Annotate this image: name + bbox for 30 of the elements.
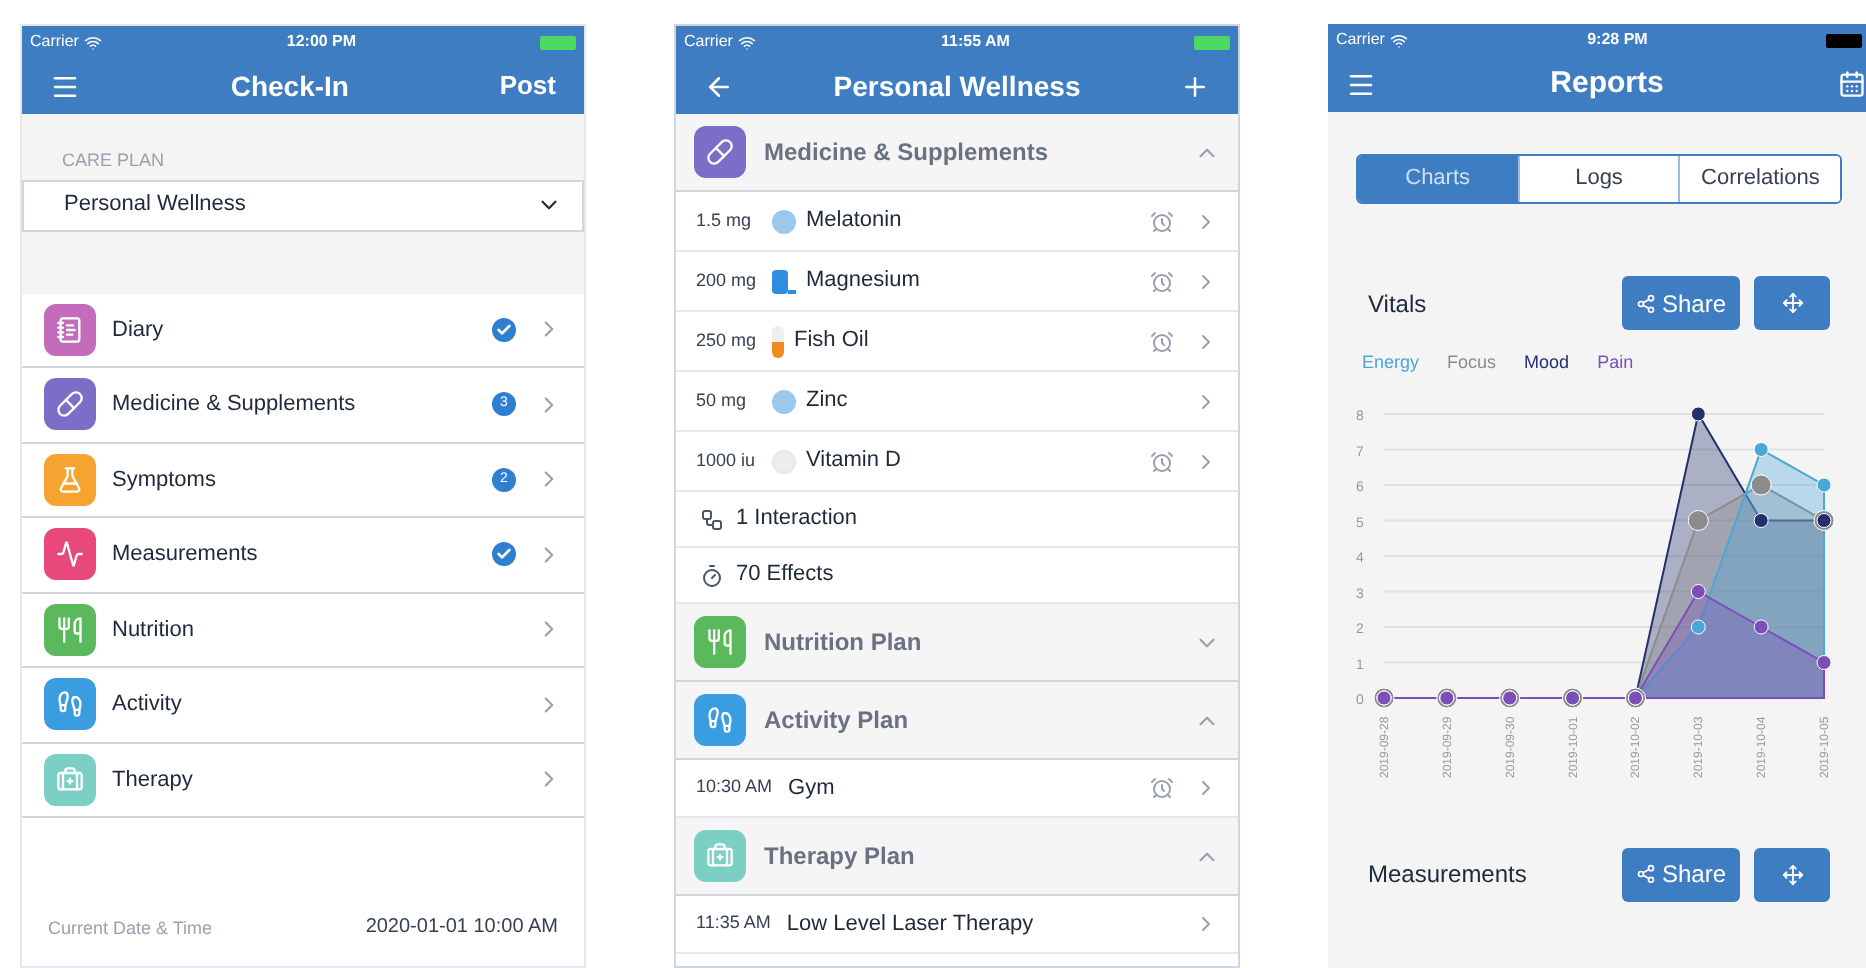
legend-item[interactable]: Pain [1597, 350, 1634, 377]
care-plan-label: CARE PLAN [62, 148, 167, 174]
status-time: 12:00 PM [286, 30, 357, 54]
checkin-list-item[interactable]: Activity [22, 668, 584, 743]
segment-tab[interactable]: Correlations [1680, 156, 1840, 202]
checkin-list-item[interactable]: Measurements [22, 518, 584, 593]
footer-value: 2020-01-01 10:00 AM [365, 914, 558, 942]
footer-label: Current Date & Time [48, 915, 213, 941]
nav-title: Check-In [230, 67, 349, 105]
share-button[interactable]: Share [1622, 847, 1740, 901]
status-time: 11:55 AM [941, 30, 1010, 54]
section-header[interactable]: Activity Plan [676, 682, 1238, 760]
segment-tab[interactable]: Logs [1519, 156, 1681, 202]
post-button[interactable]: Post [499, 66, 556, 106]
nav-title: Reports [1550, 63, 1664, 104]
section-header[interactable]: Therapy Plan [676, 818, 1238, 896]
nav-title: Personal Wellness [833, 67, 1081, 105]
carrier-label: Carrier [1336, 28, 1385, 52]
panel-title: Measurements [1368, 858, 1529, 892]
carrier-label: Carrier [684, 30, 733, 54]
section-header[interactable]: Medicine & Supplements [676, 114, 1238, 192]
carrier-label: Carrier [30, 30, 79, 54]
legend-item[interactable]: Mood [1524, 350, 1570, 377]
share-button[interactable]: Share [1622, 276, 1740, 330]
checkin-list-item[interactable]: Diary [22, 293, 584, 368]
panel-title: Vitals [1368, 287, 1429, 321]
status-time: 9:28 PM [1587, 28, 1648, 52]
checkin-list-item[interactable]: Nutrition [22, 593, 584, 668]
care-plan-dropdown[interactable]: Personal Wellness [22, 179, 584, 231]
section-header[interactable]: Nutrition Plan [676, 604, 1238, 682]
